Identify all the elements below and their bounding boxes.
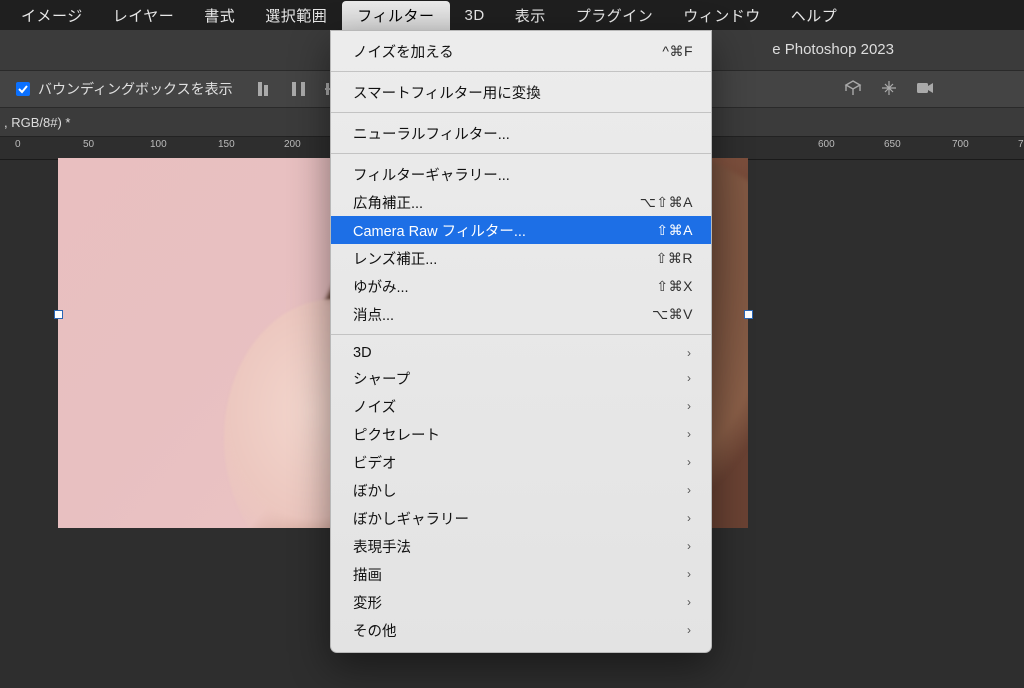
chevron-right-icon: › bbox=[687, 539, 693, 553]
menu-type[interactable]: 書式 bbox=[189, 1, 250, 30]
menu-item-label: 消点... bbox=[353, 304, 394, 325]
menubar: イメージ レイヤー 書式 選択範囲 フィルター 3D 表示 プラグイン ウィンド… bbox=[0, 0, 1024, 30]
ruler-tick: 650 bbox=[884, 139, 901, 150]
menu-separator bbox=[331, 112, 711, 113]
ruler-tick: 750 bbox=[1018, 139, 1024, 150]
menu-item-label: 広角補正... bbox=[353, 192, 423, 213]
ruler-tick: 0 bbox=[15, 139, 21, 150]
menu-item-shortcut: ⇧⌘A bbox=[656, 222, 693, 239]
menu-help[interactable]: ヘルプ bbox=[776, 1, 853, 30]
menu-item-label: 変形 bbox=[353, 592, 382, 613]
menu-image[interactable]: イメージ bbox=[6, 1, 98, 30]
camera-icon[interactable] bbox=[916, 81, 934, 98]
menu-item-label: スマートフィルター用に変換 bbox=[353, 82, 541, 103]
menu-separator bbox=[331, 71, 711, 72]
menu-item-label: Camera Raw フィルター... bbox=[353, 220, 526, 241]
align-icon-2[interactable] bbox=[289, 79, 309, 99]
align-icon[interactable] bbox=[255, 79, 275, 99]
menu-item-shortcut: ⇧⌘R bbox=[656, 250, 693, 267]
filter-menu-item[interactable]: 3D › bbox=[331, 341, 711, 364]
menu-item-label: ノイズを加える bbox=[353, 41, 454, 62]
filter-menu-item[interactable]: 広角補正... ⌥⇧⌘A bbox=[331, 188, 711, 216]
menu-item-label: ニューラルフィルター... bbox=[353, 123, 510, 144]
menu-item-shortcut: ⌥⇧⌘A bbox=[640, 194, 693, 211]
transform-handle-tr[interactable] bbox=[744, 310, 753, 319]
menu-separator bbox=[331, 334, 711, 335]
ruler-tick: 150 bbox=[218, 139, 235, 150]
ruler-tick: 100 bbox=[150, 139, 167, 150]
chevron-right-icon: › bbox=[687, 346, 693, 360]
3d-mode-icon[interactable] bbox=[844, 79, 862, 100]
filter-menu-item[interactable]: 消点... ⌥⌘V bbox=[331, 300, 711, 328]
menu-item-label: レンズ補正... bbox=[353, 248, 437, 269]
chevron-right-icon: › bbox=[687, 399, 693, 413]
bounding-box-label: バウンディングボックスを表示 bbox=[38, 79, 233, 99]
chevron-right-icon: › bbox=[687, 427, 693, 441]
filter-menu-item[interactable]: Camera Raw フィルター... ⇧⌘A bbox=[331, 216, 711, 244]
ruler-tick: 200 bbox=[284, 139, 301, 150]
menu-item-shortcut: ⌥⌘V bbox=[652, 306, 693, 323]
transform-handle-tl[interactable] bbox=[54, 310, 63, 319]
menu-3d[interactable]: 3D bbox=[450, 3, 500, 28]
menu-item-label: ぼかし bbox=[353, 480, 397, 501]
chevron-right-icon: › bbox=[687, 511, 693, 525]
filter-menu-item[interactable]: シャープ › bbox=[331, 364, 711, 392]
filter-menu-item[interactable]: 変形 › bbox=[331, 588, 711, 616]
chevron-right-icon: › bbox=[687, 483, 693, 497]
filter-menu-dropdown: ノイズを加える ^⌘F スマートフィルター用に変換ニューラルフィルター... フィルタ… bbox=[330, 30, 712, 653]
menu-window[interactable]: ウィンドウ bbox=[668, 1, 776, 30]
filter-menu-item[interactable]: ゆがみ... ⇧⌘X bbox=[331, 272, 711, 300]
menu-separator bbox=[331, 153, 711, 154]
menu-item-label: ぼかしギャラリー bbox=[353, 508, 469, 529]
menu-item-label: ビデオ bbox=[353, 452, 397, 473]
move-3d-icon[interactable] bbox=[880, 79, 898, 100]
filter-menu-item[interactable]: レンズ補正... ⇧⌘R bbox=[331, 244, 711, 272]
menu-item-label: 表現手法 bbox=[353, 536, 411, 557]
menu-item-shortcut: ⇧⌘X bbox=[656, 278, 693, 295]
chevron-right-icon: › bbox=[687, 455, 693, 469]
menu-item-label: ゆがみ... bbox=[353, 276, 409, 297]
menu-item-label: フィルターギャラリー... bbox=[353, 164, 510, 185]
chevron-right-icon: › bbox=[687, 623, 693, 637]
filter-menu-item[interactable]: 描画 › bbox=[331, 560, 711, 588]
menu-layer[interactable]: レイヤー bbox=[98, 1, 190, 30]
filter-menu-item[interactable]: スマートフィルター用に変換 bbox=[331, 78, 711, 106]
filter-menu-item[interactable]: ノイズを加える ^⌘F bbox=[331, 37, 711, 65]
menu-view[interactable]: 表示 bbox=[500, 1, 561, 30]
filter-menu-item[interactable]: 表現手法 › bbox=[331, 532, 711, 560]
bounding-box-checkbox[interactable] bbox=[16, 82, 30, 96]
menu-item-shortcut: ^⌘F bbox=[662, 43, 693, 60]
menu-item-label: 3D bbox=[353, 345, 372, 361]
ruler-tick: 700 bbox=[952, 139, 969, 150]
filter-menu-item[interactable]: その他 › bbox=[331, 616, 711, 644]
filter-menu-item[interactable]: ぼかしギャラリー › bbox=[331, 504, 711, 532]
menu-item-label: その他 bbox=[353, 620, 397, 641]
menu-item-label: 描画 bbox=[353, 564, 382, 585]
menu-item-label: ノイズ bbox=[353, 396, 396, 417]
filter-menu-item[interactable]: ニューラルフィルター... bbox=[331, 119, 711, 147]
filter-menu-item[interactable]: フィルターギャラリー... bbox=[331, 160, 711, 188]
chevron-right-icon: › bbox=[687, 371, 693, 385]
filter-menu-item[interactable]: ピクセレート › bbox=[331, 420, 711, 448]
menu-filter[interactable]: フィルター bbox=[342, 1, 449, 30]
menu-item-label: シャープ bbox=[353, 368, 410, 389]
menu-plugins[interactable]: プラグイン bbox=[561, 1, 669, 30]
ruler-tick: 50 bbox=[83, 139, 94, 150]
filter-menu-item[interactable]: ビデオ › bbox=[331, 448, 711, 476]
menu-select[interactable]: 選択範囲 bbox=[250, 1, 342, 30]
filter-menu-item[interactable]: ノイズ › bbox=[331, 392, 711, 420]
options-right-icons bbox=[844, 71, 934, 107]
app-title-fragment: e Photoshop 2023 bbox=[772, 30, 894, 70]
menu-item-label: ピクセレート bbox=[353, 424, 440, 445]
chevron-right-icon: › bbox=[687, 595, 693, 609]
ruler-tick: 600 bbox=[818, 139, 835, 150]
chevron-right-icon: › bbox=[687, 567, 693, 581]
filter-menu-item[interactable]: ぼかし › bbox=[331, 476, 711, 504]
document-tab[interactable]: , RGB/8#) * bbox=[0, 111, 82, 134]
